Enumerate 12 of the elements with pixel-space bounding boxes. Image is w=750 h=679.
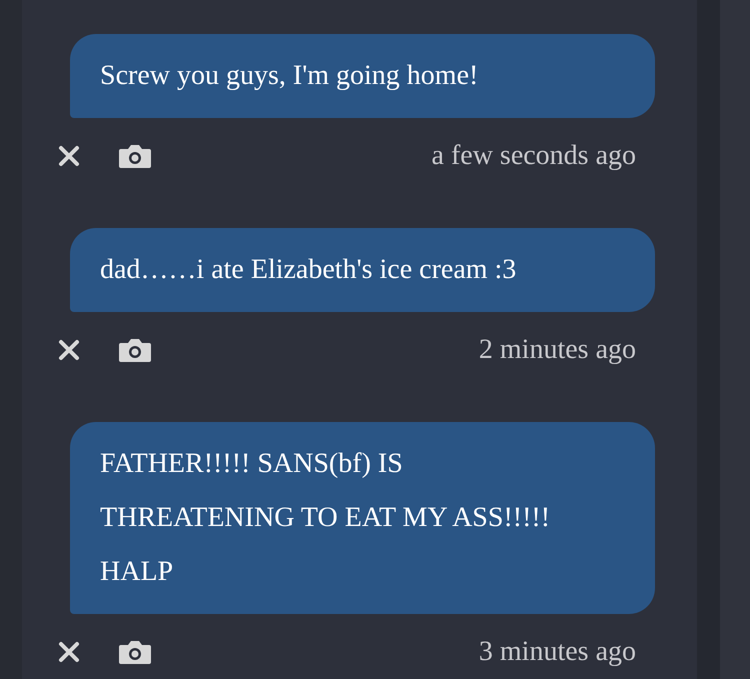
message-bubble: FATHER!!!!! SANS(bf) IS THREATENING TO EAT MY ASS!!!!! HALP <box>70 422 655 614</box>
timestamp: 3 minutes ago <box>478 635 636 669</box>
message-bubble: dad……i ate Elizabeth's ice cream :3 <box>70 228 655 312</box>
message-bubble: Screw you guys, I'm going home! <box>70 34 655 118</box>
camera-icon[interactable] <box>118 638 152 666</box>
close-icon[interactable] <box>58 339 80 361</box>
close-icon[interactable] <box>58 641 80 663</box>
timestamp: a few seconds ago <box>432 139 636 173</box>
close-icon[interactable] <box>58 145 80 167</box>
timestamp: 2 minutes ago <box>478 333 636 367</box>
camera-icon[interactable] <box>118 142 152 170</box>
camera-icon[interactable] <box>118 336 152 364</box>
